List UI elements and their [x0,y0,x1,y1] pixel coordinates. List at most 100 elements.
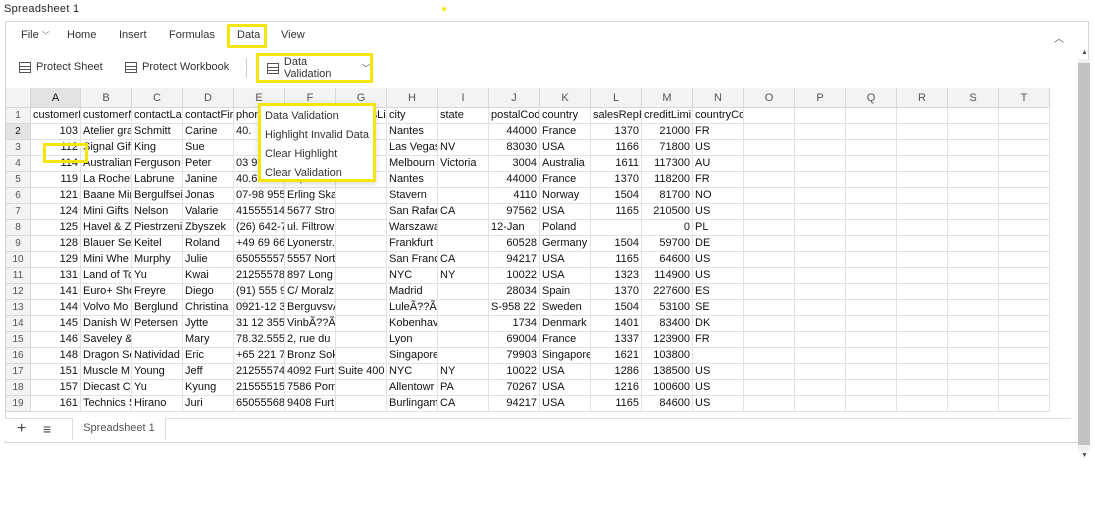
cell[interactable] [336,348,387,364]
cell[interactable]: US [693,252,744,268]
cell[interactable] [999,204,1050,220]
cell[interactable]: C/ Moralz [285,284,336,300]
cell[interactable]: 103800 [642,348,693,364]
cell[interactable] [336,380,387,396]
row-header[interactable]: 7 [6,204,31,220]
cell[interactable]: 128 [31,236,81,252]
cell[interactable]: 897 Long [285,268,336,284]
cell[interactable] [999,268,1050,284]
cell[interactable] [897,220,948,236]
cell[interactable]: Petersen [132,316,183,332]
cell[interactable]: 9408 Furt [285,396,336,412]
cell[interactable]: Spain [540,284,591,300]
cell[interactable] [438,300,489,316]
cell[interactable] [336,316,387,332]
cell[interactable]: 0921-12 3 [234,300,285,316]
cell[interactable]: Kwai [183,268,234,284]
cell[interactable]: NYC [387,364,438,380]
cell[interactable]: France [540,332,591,348]
cell[interactable]: 53100 [642,300,693,316]
row-header[interactable]: 4 [6,156,31,172]
cell[interactable]: +65 221 7 [234,348,285,364]
cell[interactable]: 28034 [489,284,540,300]
menu-item-data-validation[interactable]: Data Validation [265,110,339,122]
row-header[interactable]: 15 [6,332,31,348]
cell[interactable]: 70267 [489,380,540,396]
cell[interactable]: S-958 22 [489,300,540,316]
cell[interactable] [795,124,846,140]
cell[interactable]: Bronz Sok [285,348,336,364]
cell[interactable] [795,396,846,412]
cell[interactable]: 114900 [642,268,693,284]
cell[interactable]: 1323 [591,268,642,284]
cell[interactable]: customerN [31,108,81,124]
cell[interactable]: NYC [387,268,438,284]
cell[interactable]: Volvo Mo [81,300,132,316]
cell[interactable] [744,108,795,124]
cell[interactable]: Singapore [540,348,591,364]
cell[interactable] [846,124,897,140]
cell[interactable]: 103 [31,124,81,140]
cell[interactable] [846,172,897,188]
cell[interactable]: salesRepE [591,108,642,124]
cell[interactable] [795,204,846,220]
cell[interactable] [846,316,897,332]
cell[interactable] [999,156,1050,172]
cell[interactable]: 121 [31,188,81,204]
cell[interactable]: San Rafae [387,204,438,220]
cell[interactable]: Australian [81,156,132,172]
row-header[interactable]: 13 [6,300,31,316]
cell[interactable]: Valarie [183,204,234,220]
corner-cell[interactable] [6,88,31,108]
column-header[interactable]: A [31,88,81,108]
cell[interactable] [846,220,897,236]
cell[interactable]: US [693,268,744,284]
cell[interactable]: 117300 [642,156,693,172]
cell[interactable] [897,252,948,268]
cell[interactable] [336,252,387,268]
cell[interactable]: NY [438,268,489,284]
cell[interactable] [591,220,642,236]
protect-sheet-button[interactable]: Protect Sheet [19,61,103,73]
column-header[interactable]: D [183,88,234,108]
cell[interactable] [693,348,744,364]
cell[interactable]: Atelier gra [81,124,132,140]
cell[interactable] [438,284,489,300]
cell[interactable] [999,316,1050,332]
cell[interactable]: 59700 [642,236,693,252]
cell[interactable]: 123900 [642,332,693,348]
cell[interactable] [948,204,999,220]
cell[interactable]: 3004 [489,156,540,172]
scroll-down-icon[interactable]: ▼ [1081,452,1088,459]
row-header[interactable]: 17 [6,364,31,380]
cell[interactable]: 07-98 955 [234,188,285,204]
cell[interactable] [999,396,1050,412]
cell[interactable] [336,300,387,316]
cell[interactable]: 138500 [642,364,693,380]
cell[interactable]: state [438,108,489,124]
cell[interactable] [948,172,999,188]
cell[interactable]: France [540,172,591,188]
cell[interactable]: 1165 [591,396,642,412]
cell[interactable] [744,364,795,380]
cell[interactable] [438,316,489,332]
cell[interactable] [897,284,948,300]
cell[interactable]: Warszawa [387,220,438,236]
cell[interactable]: Berglund [132,300,183,316]
cell[interactable] [744,348,795,364]
cell[interactable]: 44000 [489,124,540,140]
cell[interactable]: BerguvsvÃ [285,300,336,316]
menu-home[interactable]: Home [67,29,96,41]
cell[interactable]: PL [693,220,744,236]
cell[interactable]: Erling Ska [285,188,336,204]
cell[interactable]: 0 [642,220,693,236]
cell[interactable] [897,236,948,252]
cell[interactable] [948,220,999,236]
column-header[interactable]: J [489,88,540,108]
cell[interactable]: customerN [81,108,132,124]
column-header[interactable]: C [132,88,183,108]
cell[interactable] [999,236,1050,252]
cell[interactable]: 21000 [642,124,693,140]
cell[interactable]: Nantes [387,172,438,188]
cell[interactable] [795,236,846,252]
